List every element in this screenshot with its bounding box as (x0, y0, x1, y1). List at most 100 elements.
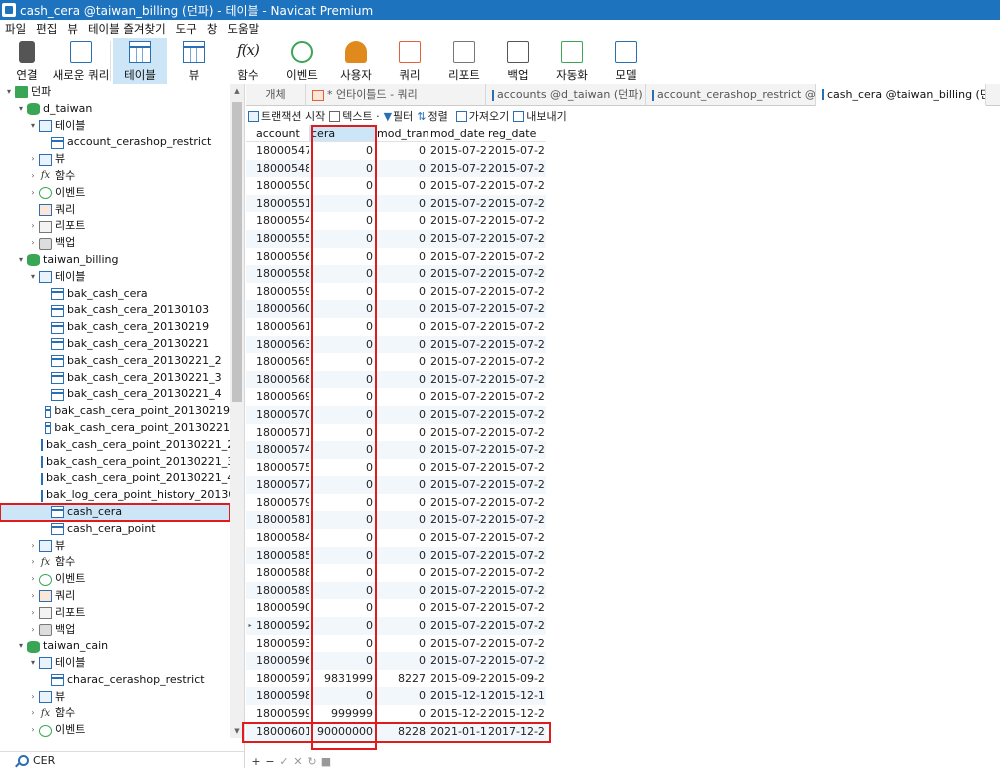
cell-cera[interactable]: 0 (309, 652, 375, 670)
table-row[interactable]: 18000590002015-07-272015-07-27 (246, 599, 546, 617)
cell-mod_date[interactable]: 2015-09-28 (428, 670, 486, 688)
cell-account[interactable]: 18000585 (254, 547, 309, 565)
tree-item[interactable]: ▾ 테이블 (0, 655, 230, 672)
cell-reg_date[interactable]: 2015-07-27 (486, 617, 544, 635)
table-row[interactable]: 18000559002015-07-272015-07-27 (246, 283, 546, 301)
menu-item-0[interactable]: 파일 (0, 21, 31, 37)
tree-item[interactable]: › 뷰 (0, 538, 230, 555)
cell-mod_tran[interactable]: 0 (375, 283, 428, 301)
chevron-down-icon[interactable]: ▾ (16, 252, 26, 269)
cell-reg_date[interactable]: 2015-07-27 (486, 336, 544, 354)
cell-reg_date[interactable]: 2015-07-27 (486, 142, 544, 160)
cell-reg_date[interactable]: 2015-07-27 (486, 300, 544, 318)
cell-mod_date[interactable]: 2015-07-27 (428, 599, 486, 617)
chevron-right-icon[interactable]: › (28, 571, 38, 588)
cell-account[interactable]: 18000588 (254, 564, 309, 582)
cell-cera[interactable]: 0 (309, 424, 375, 442)
tree-item[interactable]: 쿼리 (0, 202, 230, 219)
cell-mod_date[interactable]: 2015-07-27 (428, 388, 486, 406)
tree-item[interactable]: › fx 함수 (0, 554, 230, 571)
refresh-icon[interactable]: ↻ (306, 755, 318, 768)
tree-item[interactable]: bak_cash_cera (0, 286, 230, 303)
cell-cera[interactable]: 0 (309, 230, 375, 248)
tab-2[interactable]: accounts @d_taiwan (던파) - ... (486, 84, 646, 106)
cell-mod_date[interactable]: 2015-07-27 (428, 283, 486, 301)
chevron-down-icon[interactable]: ▾ (28, 269, 38, 286)
cell-reg_date[interactable]: 2015-07-27 (486, 529, 544, 547)
cell-reg_date[interactable]: 2015-12-22 (486, 705, 544, 723)
table-row[interactable]: 18000579002015-07-272015-07-27 (246, 494, 546, 512)
cell-mod_tran[interactable]: 0 (375, 511, 428, 529)
cell-account[interactable]: 18000601 (254, 723, 309, 741)
table-row[interactable]: 18000565002015-07-272015-07-27 (246, 353, 546, 371)
column-header-mod_tran[interactable]: mod_tran (375, 125, 428, 141)
cell-mod_date[interactable]: 2015-07-27 (428, 318, 486, 336)
tree-item[interactable]: bak_cash_cera_point_20130221 (0, 420, 230, 437)
chevron-right-icon[interactable]: › (28, 705, 38, 722)
cell-cera[interactable]: 0 (309, 300, 375, 318)
cell-account[interactable]: 18000589 (254, 582, 309, 600)
cell-account[interactable]: 18000575 (254, 459, 309, 477)
cell-mod_tran[interactable]: 0 (375, 599, 428, 617)
tree-search-bar[interactable]: CER (0, 751, 245, 768)
cell-mod_tran[interactable]: 0 (375, 424, 428, 442)
cell-cera[interactable]: 0 (309, 582, 375, 600)
cell-mod_tran[interactable]: 0 (375, 160, 428, 178)
cell-account[interactable]: 18000565 (254, 353, 309, 371)
tree-item[interactable]: bak_cash_cera_point_20130219 (0, 403, 230, 420)
export-button[interactable]: 내보내기 (513, 108, 567, 124)
tree-item[interactable]: bak_cash_cera_20130221_2 (0, 353, 230, 370)
cell-mod_tran[interactable]: 0 (375, 142, 428, 160)
cell-mod_date[interactable]: 2015-07-27 (428, 177, 486, 195)
cell-mod_tran[interactable]: 0 (375, 388, 428, 406)
cell-mod_tran[interactable]: 0 (375, 547, 428, 565)
cell-mod_tran[interactable]: 0 (375, 635, 428, 653)
tree-item[interactable]: › 뷰 (0, 689, 230, 706)
tree-item[interactable]: bak_cash_cera_point_20130221_4 (0, 470, 230, 487)
cell-reg_date[interactable]: 2015-07-27 (486, 494, 544, 512)
table-row[interactable]: 18000548002015-07-272015-07-27 (246, 159, 546, 178)
cell-mod_tran[interactable]: 0 (375, 441, 428, 459)
table-row[interactable]: 18000581002015-07-272015-07-27 (246, 511, 546, 530)
cell-reg_date[interactable]: 2015-07-27 (486, 511, 544, 529)
cell-reg_date[interactable]: 2015-07-27 (486, 424, 544, 442)
tree-item[interactable]: › 리포트 (0, 605, 230, 622)
cell-reg_date[interactable]: 2015-09-28 (486, 670, 544, 688)
cell-mod_date[interactable]: 2015-07-27 (428, 300, 486, 318)
cell-mod_date[interactable]: 2015-07-27 (428, 617, 486, 635)
chevron-right-icon[interactable]: › (28, 622, 38, 639)
cell-mod_tran[interactable]: 0 (375, 318, 428, 336)
tree-item[interactable]: bak_cash_cera_20130219 (0, 319, 230, 336)
cell-mod_date[interactable]: 2015-07-27 (428, 230, 486, 248)
cell-reg_date[interactable]: 2015-07-27 (486, 652, 544, 670)
delete-record-icon[interactable]: − (264, 755, 276, 768)
menu-item-5[interactable]: 창 (202, 21, 223, 37)
cell-reg_date[interactable]: 2015-07-27 (486, 635, 544, 653)
table-row[interactable]: 18000551002015-07-272015-07-27 (246, 194, 546, 213)
cell-account[interactable]: 18000560 (254, 300, 309, 318)
cell-reg_date[interactable]: 2015-07-27 (486, 406, 544, 424)
table-row[interactable]: 18000588002015-07-272015-07-27 (246, 564, 546, 582)
cell-cera[interactable]: 0 (309, 195, 375, 213)
cell-mod_tran[interactable]: 0 (375, 248, 428, 266)
chevron-right-icon[interactable]: › (28, 605, 38, 622)
cell-cera[interactable]: 0 (309, 160, 375, 178)
tree-item[interactable]: › fx 함수 (0, 168, 230, 185)
column-header-mod_date[interactable]: mod_date (428, 125, 486, 141)
cell-cera[interactable]: 0 (309, 336, 375, 354)
cell-reg_date[interactable]: 2015-07-27 (486, 441, 544, 459)
cell-reg_date[interactable]: 2015-07-27 (486, 248, 544, 266)
table-row[interactable]: 18000560002015-07-272015-07-27 (246, 300, 546, 318)
column-header-reg_date[interactable]: reg_date (486, 125, 544, 141)
cell-account[interactable]: 18000558 (254, 265, 309, 283)
cell-cera[interactable]: 0 (309, 371, 375, 389)
cell-reg_date[interactable]: 2015-07-27 (486, 582, 544, 600)
table-row[interactable]: 18000577002015-07-272015-07-27 (246, 476, 546, 494)
cell-cera[interactable]: 0 (309, 248, 375, 266)
table-row[interactable]: 18000589002015-07-272015-07-27 (246, 581, 546, 600)
tab-3[interactable]: account_cerashop_restrict @d... (646, 84, 816, 106)
apply-changes-icon[interactable]: ✓ (278, 755, 290, 768)
cell-account[interactable]: 18000548 (254, 160, 309, 178)
scroll-up-arrow-icon[interactable]: ▲ (230, 84, 244, 98)
cell-account[interactable]: 18000579 (254, 494, 309, 512)
